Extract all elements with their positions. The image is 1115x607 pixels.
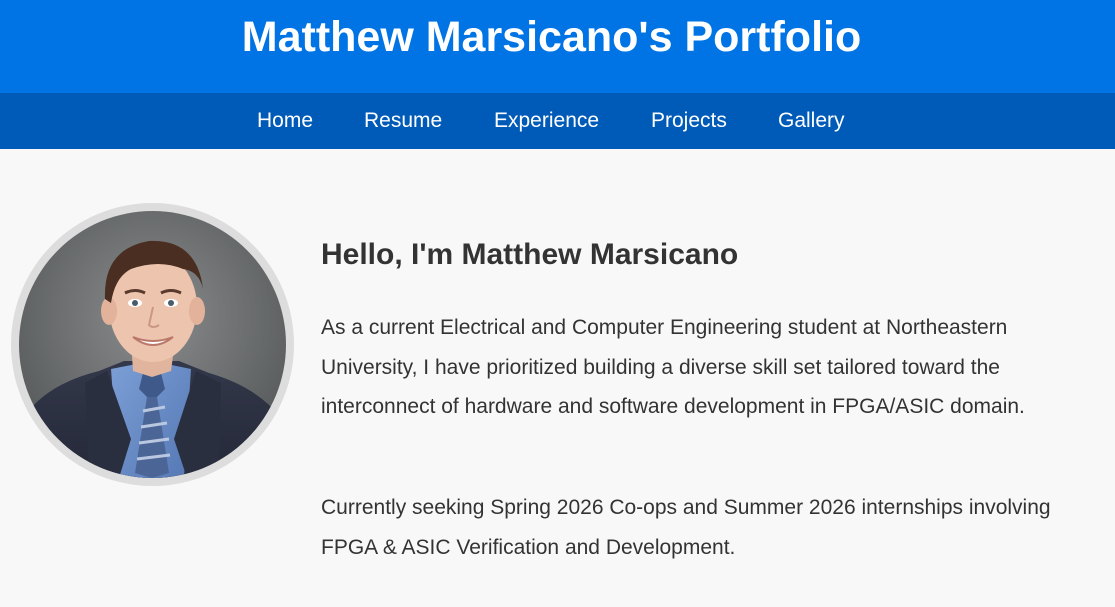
nav-item-projects[interactable]: Projects — [651, 93, 727, 149]
nav-item-home[interactable]: Home — [257, 93, 313, 149]
profile-photo — [19, 211, 286, 478]
nav-item-gallery[interactable]: Gallery — [778, 93, 845, 149]
nav-item-resume[interactable]: Resume — [364, 93, 442, 149]
nav-item-experience[interactable]: Experience — [494, 93, 599, 149]
seeking-paragraph: Currently seeking Spring 2026 Co-ops and… — [321, 496, 1051, 559]
intro-paragraph: As a current Electrical and Computer Eng… — [321, 316, 1025, 418]
greeting-heading: Hello, I'm Matthew Marsicano — [321, 238, 739, 271]
main-nav: Home Resume Experience Projects Gallery — [0, 93, 1115, 149]
site-title: Matthew Marsicano's Portfolio — [241, 13, 862, 61]
site-header: Matthew Marsicano's Portfolio — [0, 0, 1115, 93]
